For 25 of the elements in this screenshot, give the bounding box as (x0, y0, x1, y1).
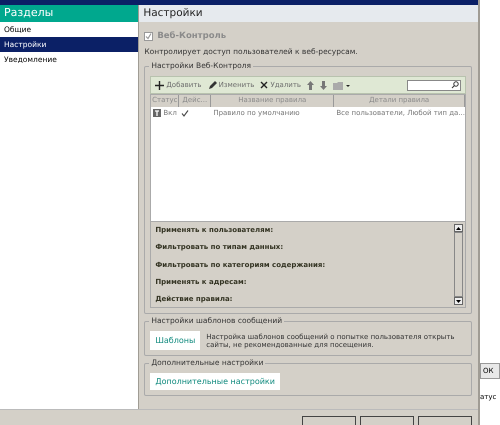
plus-icon (155, 80, 164, 90)
triangle-down-icon (456, 300, 461, 302)
templates-button[interactable]: Шаблоны (150, 331, 200, 350)
dialog-button[interactable] (302, 416, 356, 425)
panel-header: Настройки (139, 5, 478, 22)
sidebar-header: Разделы (0, 5, 138, 22)
dialog-button[interactable] (418, 416, 472, 425)
pencil-icon (208, 80, 217, 90)
scroll-down-button[interactable] (454, 297, 463, 305)
checkbox-label: Веб-Контроль (157, 31, 226, 41)
advanced-settings-button[interactable]: Дополнительные настройки (150, 373, 280, 390)
up-button[interactable] (307, 80, 314, 90)
folder-icon (333, 80, 352, 90)
scroll-up-button[interactable] (454, 224, 463, 232)
search-field[interactable] (407, 80, 461, 90)
down-button[interactable] (320, 80, 328, 90)
arrow-up-icon (307, 80, 314, 90)
search-icon (451, 81, 459, 89)
close-icon (260, 81, 268, 89)
arrow-down-icon (320, 80, 328, 90)
scrollbar-thumb[interactable] (454, 232, 463, 297)
dialog-button[interactable] (360, 416, 414, 425)
triangle-up-icon (456, 226, 461, 230)
rule-icon (153, 109, 162, 117)
folder-button[interactable] (333, 80, 352, 90)
